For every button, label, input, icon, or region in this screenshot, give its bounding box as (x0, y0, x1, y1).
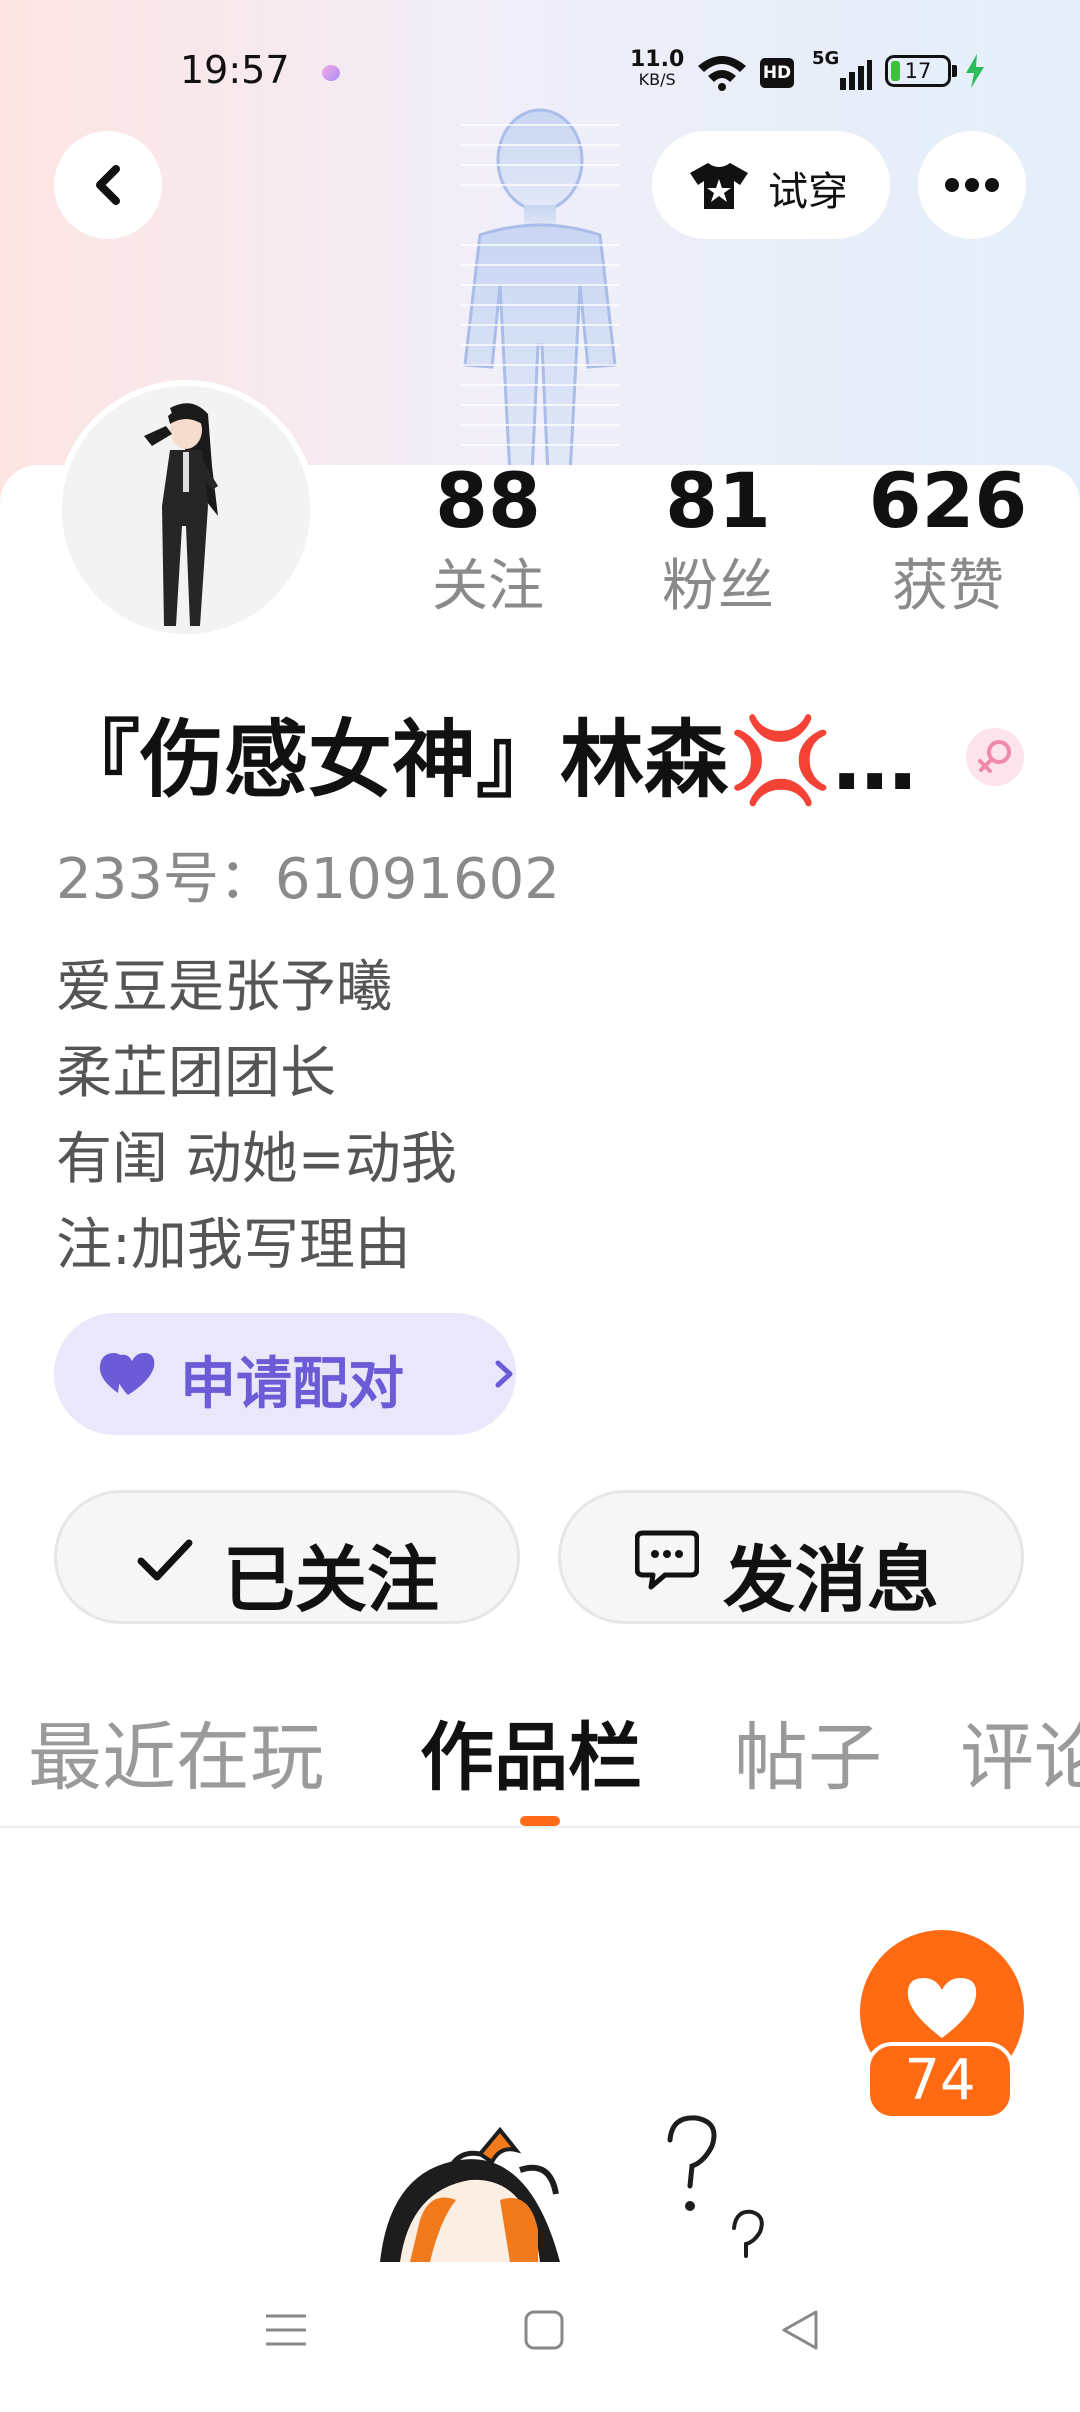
apply-pair-button[interactable]: 申请配对 (54, 1313, 516, 1435)
home-square-icon[interactable] (520, 2306, 568, 2354)
profile-tabs: 最近在玩 作品栏 帖子 评论 (0, 1700, 1080, 1828)
bio-line: 爱豆是张予曦 (56, 955, 392, 1020)
avatar[interactable] (56, 380, 316, 640)
following-stat[interactable]: 88 关注 (388, 455, 588, 627)
network-speed-unit: KB/S (638, 70, 676, 89)
send-message-label: 发消息 (723, 1538, 940, 1622)
chevron-left-icon (96, 165, 120, 205)
work-like-button[interactable]: 74 (860, 1930, 1024, 2120)
female-gender-icon (978, 740, 1011, 773)
profile-bio: 爱豆是张予曦 柔芷团团长 有闺 动她=动我 注:加我写理由 (56, 945, 457, 1289)
network-speed: 11.0 KB/S (630, 47, 685, 90)
charging-icon (966, 54, 984, 88)
followers-stat[interactable]: 81 粉丝 (618, 455, 818, 627)
chevron-right-icon (495, 1360, 513, 1388)
app-notification-icon (322, 65, 340, 81)
send-message-button[interactable]: 发消息 (558, 1490, 1024, 1624)
tshirt-icon (690, 163, 748, 209)
like-count: 74 (866, 2042, 1014, 2120)
active-tab-indicator (520, 1816, 560, 1826)
heart-icon (907, 1978, 977, 2038)
work-cartoon-image (380, 2115, 764, 2262)
network-speed-value: 11.0 (630, 47, 685, 72)
bio-line: 有闺 动她=动我 (56, 1127, 457, 1192)
hd-voice-badge: HD (760, 58, 794, 88)
followers-count: 81 (665, 456, 771, 545)
bio-line: 注:加我写理由 (56, 1213, 411, 1278)
likes-count: 626 (868, 456, 1028, 545)
work-thumbnail[interactable] (360, 2110, 800, 2262)
battery-level: 17 (904, 59, 932, 83)
apply-pair-label: 申请配对 (180, 1352, 404, 1417)
more-options-button[interactable] (918, 131, 1026, 239)
signal-strength-icon (840, 60, 872, 90)
checkmark-icon (137, 1539, 193, 1581)
chat-bubble-icon (635, 1530, 699, 1590)
following-button-label: 已关注 (223, 1538, 440, 1622)
tab-posts[interactable]: 帖子 (734, 1708, 882, 1808)
menu-icon[interactable] (262, 2306, 310, 2354)
more-dots-icon (945, 178, 999, 192)
wifi-icon (698, 56, 746, 91)
tab-works[interactable]: 作品栏 (420, 1708, 642, 1808)
battery-icon: 17 (885, 55, 951, 87)
back-triangle-icon[interactable] (776, 2306, 824, 2354)
system-navigation-bar (0, 2262, 1080, 2412)
heart-icon (99, 1353, 155, 1395)
try-on-label: 试穿 (768, 169, 848, 215)
following-label: 关注 (432, 554, 544, 619)
tab-comments[interactable]: 评论 (960, 1708, 1080, 1808)
back-button[interactable] (54, 131, 162, 239)
hologram-outfit-figure (460, 108, 620, 475)
tabs-divider (0, 1826, 1080, 1828)
following-button[interactable]: 已关注 (54, 1490, 520, 1624)
tab-recently-played[interactable]: 最近在玩 (28, 1708, 324, 1808)
battery-cap (952, 65, 957, 77)
profile-nickname: 『伤感女神』林森💢… (56, 711, 917, 809)
status-bar: 19:57 11.0 KB/S HD 5G 17 (0, 40, 1080, 110)
bio-line: 柔芷团团长 (56, 1041, 336, 1106)
user-id: 233号：61091602 (56, 847, 560, 912)
likes-label: 获赞 (892, 554, 1004, 619)
status-time: 19:57 (180, 48, 290, 92)
gender-badge (966, 728, 1024, 786)
try-on-button[interactable]: 试穿 (652, 131, 890, 239)
avatar-character-image (62, 386, 310, 634)
following-count: 88 (435, 456, 541, 545)
likes-stat[interactable]: 626 获赞 (848, 455, 1048, 627)
followers-label: 粉丝 (662, 554, 774, 619)
